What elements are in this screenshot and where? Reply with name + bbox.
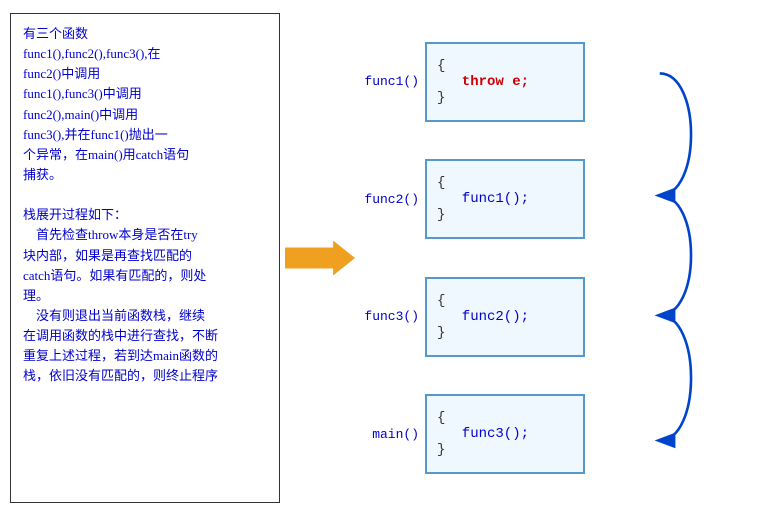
main-brace-top: { bbox=[437, 410, 573, 426]
func2-box: { func1(); } bbox=[425, 159, 585, 239]
func1-label: func1() bbox=[360, 74, 425, 89]
func2-brace-top: { bbox=[437, 175, 573, 191]
func2-brace-bottom: } bbox=[437, 207, 573, 223]
main-arrow-container bbox=[280, 238, 360, 278]
func2-label: func2() bbox=[360, 192, 425, 207]
func1-code: throw e; bbox=[437, 74, 573, 90]
func2-row: func2() { func1(); } bbox=[360, 159, 585, 239]
main-container: 有三个函数 func1(),func2(),func3(),在 func2()中… bbox=[0, 0, 761, 516]
main-code: func3(); bbox=[437, 426, 573, 442]
func3-brace-bottom: } bbox=[437, 325, 573, 341]
func1-brace-top: { bbox=[437, 58, 573, 74]
func2-code: func1(); bbox=[437, 191, 573, 207]
right-panel: func1() { throw e; } func2() { func1(); … bbox=[360, 13, 751, 503]
description-text: 有三个函数 func1(),func2(),func3(),在 func2()中… bbox=[23, 24, 267, 387]
func3-code: func2(); bbox=[437, 309, 573, 325]
main-brace-bottom: } bbox=[437, 442, 573, 458]
func3-box: { func2(); } bbox=[425, 277, 585, 357]
main-label: main() bbox=[360, 427, 425, 442]
func3-row: func3() { func2(); } bbox=[360, 277, 585, 357]
func1-brace-bottom: } bbox=[437, 90, 573, 106]
left-panel: 有三个函数 func1(),func2(),func3(),在 func2()中… bbox=[10, 13, 280, 503]
main-arrow-icon bbox=[285, 238, 355, 278]
func3-brace-top: { bbox=[437, 293, 573, 309]
func3-label: func3() bbox=[360, 309, 425, 324]
func1-box: { throw e; } bbox=[425, 42, 585, 122]
main-box: { func3(); } bbox=[425, 394, 585, 474]
func1-row: func1() { throw e; } bbox=[360, 42, 585, 122]
main-row: main() { func3(); } bbox=[360, 394, 585, 474]
